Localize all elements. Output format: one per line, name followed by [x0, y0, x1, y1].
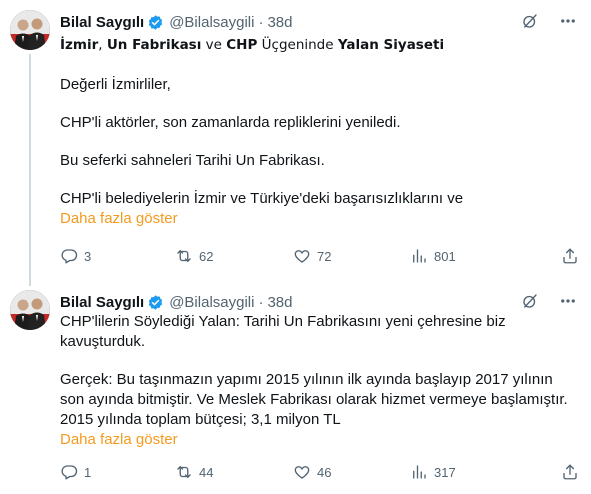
retweet-count: 44: [199, 464, 214, 480]
reply-icon: [61, 249, 78, 264]
paragraph: CHP'li belediyelerin İzmir ve Türkiye'de…: [60, 190, 464, 207]
retweet-count: 62: [199, 248, 214, 264]
tweet-header: Bilal Saygılı @Bilalsaygili · 38d: [60, 292, 293, 312]
title-sep: ve: [201, 37, 227, 53]
tweet-actions: 3 62 72 801: [60, 246, 579, 266]
retweet-icon: [177, 466, 191, 478]
timestamp[interactable]: 38d: [267, 14, 292, 31]
grok-icon[interactable]: [521, 12, 539, 30]
like-icon: [294, 250, 310, 263]
header-actions: [521, 292, 577, 310]
retweet-icon: [177, 250, 191, 262]
retweet-button[interactable]: 62: [175, 247, 293, 265]
paragraph: CHP'li aktörler, son zamanlarda replikle…: [60, 114, 401, 131]
like-icon: [294, 466, 310, 479]
share-icon: [563, 464, 577, 480]
show-more-link[interactable]: Daha fazla göster: [60, 209, 577, 229]
more-icon[interactable]: [559, 292, 577, 310]
author-handle[interactable]: @Bilalsaygili: [169, 294, 254, 311]
paragraph: Bu seferki sahneleri Tarihi Un Fabrikası…: [60, 152, 325, 169]
tweet-2[interactable]: Bilal Saygılı @Bilalsaygili · 38d CHP'li…: [0, 280, 591, 494]
avatar[interactable]: [10, 10, 50, 50]
title-part-siyaset: Yalan Siyaseti: [337, 37, 445, 53]
tweet-title: İzmir, Un Fabrikası ve CHP Üçgeninde Yal…: [60, 35, 577, 55]
title-sep: ,: [98, 37, 107, 53]
like-count: 72: [317, 248, 332, 264]
share-button[interactable]: [561, 247, 579, 265]
avatar[interactable]: [10, 290, 50, 330]
reply-count: 1: [84, 464, 92, 480]
more-icon[interactable]: [559, 12, 577, 30]
author-name[interactable]: Bilal Saygılı: [60, 14, 144, 31]
title-part-fabrika: Un Fabrikası: [106, 37, 202, 53]
like-button[interactable]: 46: [293, 463, 410, 481]
timestamp[interactable]: 38d: [267, 294, 292, 311]
title-part-chp: CHP: [226, 37, 258, 53]
paragraph: CHP'lilerin Söylediği Yalan: Tarihi Un F…: [60, 313, 506, 350]
tweet-1[interactable]: Bilal Saygılı @Bilalsaygili · 38d İzmir,…: [0, 0, 591, 286]
grok-icon[interactable]: [521, 292, 539, 310]
share-button[interactable]: [561, 463, 579, 481]
reply-count: 3: [84, 248, 92, 264]
reply-button[interactable]: 1: [60, 463, 175, 481]
header-actions: [521, 12, 577, 30]
views-button[interactable]: 801: [410, 247, 540, 265]
author-handle[interactable]: @Bilalsaygili: [169, 14, 254, 31]
views-count: 317: [434, 464, 456, 480]
paragraph: Gerçek: Bu taşınmazın yapımı 2015 yılını…: [60, 371, 568, 428]
author-name[interactable]: Bilal Saygılı: [60, 294, 144, 311]
show-more-link[interactable]: Daha fazla göster: [60, 430, 577, 450]
like-button[interactable]: 72: [293, 247, 410, 265]
separator-dot: ·: [258, 293, 264, 311]
views-button[interactable]: 317: [410, 463, 540, 481]
views-icon: [413, 465, 426, 479]
tweet-actions: 1 44 46 317: [60, 462, 579, 482]
verified-badge-icon: [149, 14, 163, 30]
retweet-button[interactable]: 44: [175, 463, 293, 481]
share-icon: [563, 248, 577, 264]
views-icon: [413, 249, 426, 263]
title-part-izmir: İzmir: [60, 37, 99, 53]
tweet-header: Bilal Saygılı @Bilalsaygili · 38d: [60, 12, 293, 32]
tweet-body: İzmir, Un Fabrikası ve CHP Üçgeninde Yal…: [60, 35, 577, 229]
views-count: 801: [434, 248, 456, 264]
thread-line: [29, 54, 31, 286]
reply-button[interactable]: 3: [60, 247, 175, 265]
title-sep: Üçgeninde: [257, 37, 338, 53]
paragraph: Değerli İzmirliler,: [60, 76, 171, 93]
reply-icon: [61, 465, 78, 480]
like-count: 46: [317, 464, 332, 480]
verified-badge-icon: [149, 294, 163, 310]
tweet-body: CHP'lilerin Söylediği Yalan: Tarihi Un F…: [60, 312, 577, 450]
separator-dot: ·: [258, 13, 264, 31]
